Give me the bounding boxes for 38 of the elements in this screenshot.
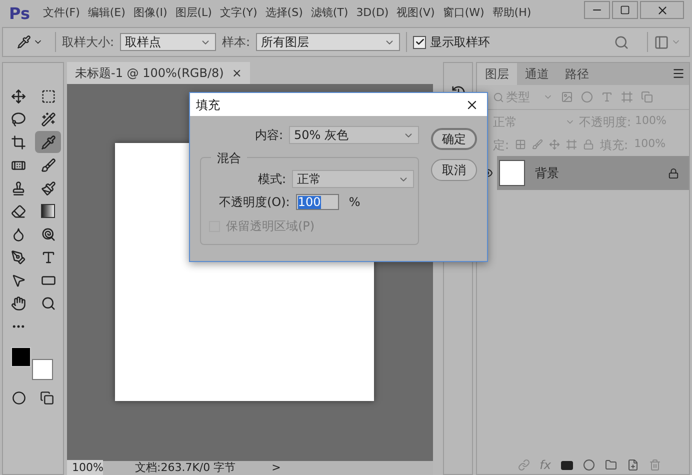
tab-close[interactable]: ×	[232, 64, 242, 82]
group-label: 混合	[211, 149, 247, 167]
content-label: 内容:	[254, 127, 283, 144]
menu-item[interactable]: 文字(Y)	[216, 5, 262, 22]
panel-tab[interactable]: 图层	[477, 63, 517, 85]
menu-item[interactable]: 3D(D)	[352, 5, 393, 22]
panel-tab[interactable]: 通道	[517, 63, 557, 85]
menu-item[interactable]: 滤镜(T)	[306, 5, 352, 22]
menu-item[interactable]: 图层(L)	[171, 5, 216, 22]
document-info: 文档:263.7K/0 字节	[135, 460, 236, 475]
menu-item[interactable]: 编辑(E)	[84, 5, 130, 22]
dialog-title: 填充	[196, 96, 220, 114]
app-logo: Ps	[8, 2, 31, 24]
sample-size-dropdown[interactable]: 取样点	[120, 33, 216, 51]
menu-item[interactable]: 图像(I)	[129, 5, 172, 22]
dialog-button[interactable]: 取消	[431, 159, 477, 181]
dialog-button[interactable]: 确定	[431, 128, 477, 150]
show-ring-label: 显示取样环	[430, 34, 490, 51]
layer-row[interactable]: 背景	[497, 156, 689, 190]
sample-label: 样本:	[222, 34, 250, 51]
mode-label: 模式:	[258, 171, 286, 188]
sample-size-label: 取样大小:	[62, 34, 114, 51]
content-dropdown[interactable]: 50% 灰色	[289, 126, 419, 144]
menu-item[interactable]: 选择(S)	[261, 5, 307, 22]
menu-item[interactable]: 窗口(W)	[438, 5, 488, 22]
percent-sign: %	[348, 194, 360, 211]
panel-tab[interactable]: 路径	[557, 63, 597, 85]
menu-item[interactable]: 视图(V)	[392, 5, 439, 22]
document-tab[interactable]: 未标题-1 @ 100%(RGB/8) ×	[67, 62, 250, 84]
menu-item[interactable]: 文件(F)	[38, 5, 84, 22]
menu-item[interactable]: 帮助(H)	[488, 5, 536, 22]
mode-dropdown[interactable]: 正常	[292, 170, 414, 188]
sample-dropdown[interactable]: 所有图层	[256, 33, 400, 51]
info-arrow[interactable]: >	[272, 460, 281, 475]
zoom-field[interactable]: 100%	[67, 460, 103, 475]
opacity-label: 不透明度(O):	[219, 194, 290, 211]
preserve-label: 保留透明区域(P)	[226, 218, 315, 235]
opacity-field[interactable]: 100	[296, 194, 339, 210]
